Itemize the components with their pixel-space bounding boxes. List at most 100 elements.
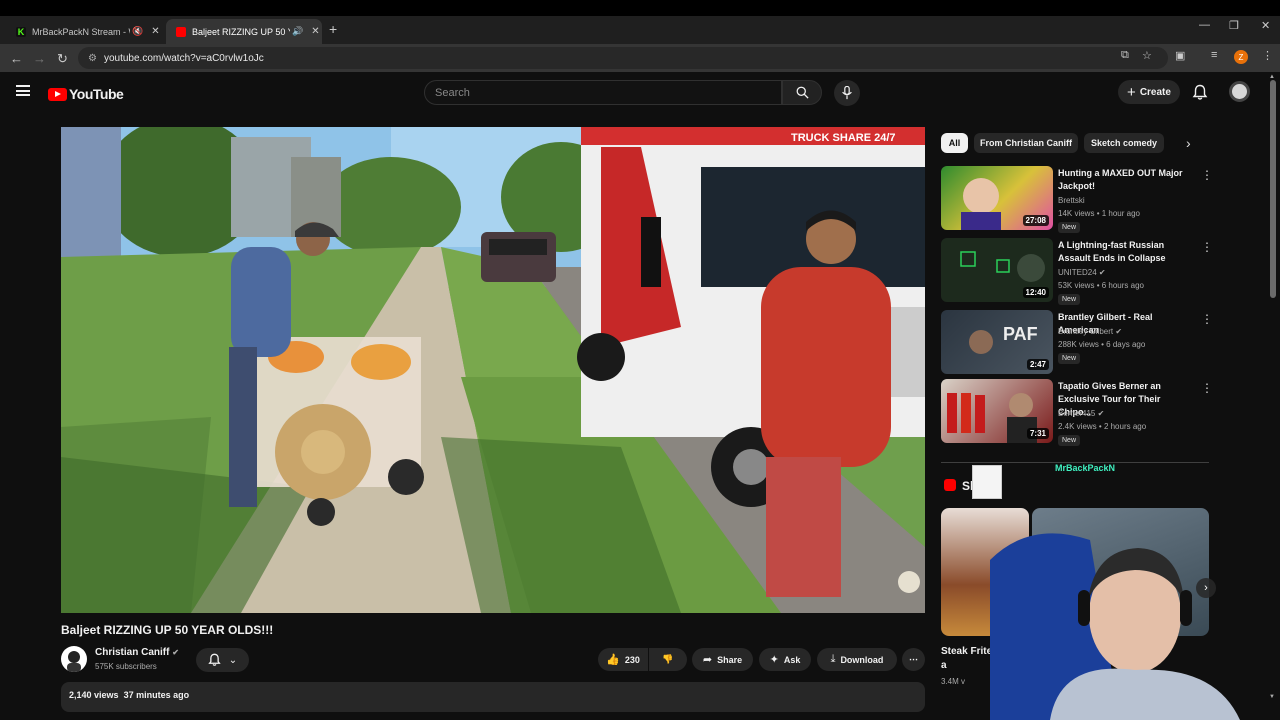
video-frame: TRUCK SHARE 24/7: [61, 127, 925, 613]
ask-label: Ask: [783, 654, 801, 665]
voice-search-button[interactable]: [834, 80, 860, 106]
tab-title: Baljeet RIZZING UP 50 YEAR: [192, 26, 290, 37]
recommendation-title: Hunting a MAXED OUT Major Jackpot!: [1058, 168, 1183, 191]
browser-tab-youtube[interactable]: Baljeet RIZZING UP 50 YEAR 🔊 ✕: [166, 19, 322, 44]
logo-text: YouTube: [69, 86, 124, 102]
verified-icon: ✔: [1115, 327, 1123, 336]
recommendation-item[interactable]: PAF 2:47 Brantley Gilbert - Real America…: [941, 310, 1213, 376]
back-arrow-icon[interactable]: ←: [10, 51, 23, 66]
browser-tab-strip: K MrBackPackN Stream - Wat 🔇 ✕ Baljeet R…: [0, 16, 1280, 44]
recommendation-channel[interactable]: Berner415 ✔: [1058, 409, 1104, 418]
new-badge: New: [1058, 222, 1081, 233]
download-button[interactable]: ⤓ Download: [817, 648, 897, 671]
ask-button[interactable]: ✦ Ask: [759, 648, 811, 671]
scroll-down-arrow-icon[interactable]: ▼: [1269, 694, 1275, 700]
extension-icon[interactable]: ▣: [1175, 49, 1185, 62]
subscription-notification-button[interactable]: ⌄: [196, 648, 249, 672]
chevron-right-icon[interactable]: ›: [1186, 135, 1191, 151]
dislike-button[interactable]: 👎: [649, 648, 687, 671]
video-thumbnail[interactable]: PAF 2:47: [941, 310, 1053, 374]
search-button[interactable]: [782, 80, 822, 105]
more-vertical-icon[interactable]: ⋮: [1201, 381, 1213, 395]
profile-avatar[interactable]: Z: [1234, 50, 1248, 64]
more-actions-button[interactable]: ⋯: [902, 648, 925, 671]
shorts-next-arrow-icon[interactable]: ›: [1196, 578, 1216, 598]
short-views: 3.4M v: [941, 677, 966, 686]
more-vertical-icon[interactable]: ⋮: [1201, 312, 1213, 326]
chip-from-channel[interactable]: From Christian Caniff: [974, 133, 1078, 153]
description-box[interactable]: [61, 682, 925, 712]
more-vertical-icon[interactable]: ⋮: [1201, 168, 1213, 182]
youtube-header: YouTube + Create: [0, 72, 1280, 114]
create-button[interactable]: + Create: [1118, 80, 1180, 104]
youtube-favicon-icon: [176, 26, 186, 37]
like-button[interactable]: 👍 230: [598, 648, 648, 671]
channel-name[interactable]: Christian Caniff ✔: [95, 647, 179, 658]
maximize-icon[interactable]: ❐: [1229, 19, 1239, 32]
verified-icon: ✔: [172, 648, 179, 657]
browser-menu-icon[interactable]: ⋮: [1262, 49, 1273, 62]
screen-top-bar: [0, 0, 1280, 16]
recommendation-channel[interactable]: Brantley Gilbert ✔: [1058, 327, 1122, 336]
recommendation-channel[interactable]: UNITED24 ✔: [1058, 268, 1106, 277]
bookmark-star-icon[interactable]: ☆: [1142, 49, 1152, 62]
recommendation-item[interactable]: 27:08 Hunting a MAXED OUT Major Jackpot!…: [941, 166, 1213, 233]
video-title: Baljeet RIZZING UP 50 YEAR OLDS!!!: [61, 623, 274, 637]
search-icon: [796, 86, 809, 99]
rec-age: 6 days ago: [1106, 340, 1146, 349]
search-input[interactable]: [435, 86, 765, 99]
youtube-play-icon: [48, 87, 67, 101]
create-label: Create: [1139, 86, 1171, 98]
recommendation-title: A Lightning-fast Russian Assault Ends in…: [1058, 240, 1166, 263]
chip-all[interactable]: All: [941, 133, 968, 153]
forward-arrow-icon[interactable]: →: [33, 51, 46, 66]
video-thumbnail[interactable]: 27:08: [941, 166, 1053, 230]
video-thumbnail[interactable]: 12:40: [941, 238, 1053, 302]
media-controls-icon[interactable]: ≡: [1211, 49, 1217, 61]
rec-age: 6 hours ago: [1101, 281, 1144, 290]
bell-icon: [1192, 84, 1208, 100]
chip-sketch-comedy[interactable]: Sketch comedy: [1084, 133, 1164, 153]
youtube-logo[interactable]: YouTube: [48, 86, 124, 102]
stream-name-tag: MrBackPackN: [1055, 463, 1116, 473]
video-player[interactable]: TRUCK SHARE 24/7: [61, 127, 925, 613]
recommendation-item[interactable]: 7:31 Tapatio Gives Berner an Exclusive T…: [941, 379, 1213, 446]
new-badge: New: [1058, 294, 1081, 305]
close-window-icon[interactable]: ✕: [1261, 19, 1270, 32]
site-info-icon[interactable]: ⚙: [88, 53, 97, 64]
close-tab-icon[interactable]: ✕: [311, 26, 319, 37]
view-count: 2,140 views: [69, 690, 119, 700]
page-scrollbar[interactable]: [1270, 80, 1276, 298]
video-thumbnail[interactable]: 7:31: [941, 379, 1053, 443]
recommendation-item[interactable]: 12:40 A Lightning-fast Russian Assault E…: [941, 238, 1213, 305]
share-button[interactable]: ➦ Share: [692, 648, 753, 671]
like-count: 230: [624, 654, 640, 665]
more-horizontal-icon: ⋯: [909, 654, 918, 664]
recommendation-channel[interactable]: Brettski: [1058, 196, 1085, 205]
rec-channel-name: UNITED24: [1058, 268, 1097, 277]
close-tab-icon[interactable]: ✕: [151, 26, 159, 37]
duration-badge: 12:40: [1022, 287, 1049, 298]
new-tab-button[interactable]: +: [329, 21, 337, 37]
address-bar[interactable]: ⚙ youtube.com/watch?v=aC0rvlw1oJc: [78, 47, 1168, 69]
browser-tab-kick[interactable]: K MrBackPackN Stream - Wat 🔇 ✕: [6, 19, 162, 44]
account-avatar[interactable]: [1229, 81, 1250, 102]
hamburger-menu-icon[interactable]: [16, 85, 30, 96]
notifications-button[interactable]: [1192, 84, 1208, 106]
channel-name-text: Christian Caniff: [95, 647, 170, 658]
rec-channel-name: Brantley Gilbert: [1058, 327, 1114, 336]
search-box: [424, 80, 782, 105]
reload-icon[interactable]: ↻: [57, 51, 68, 67]
duration-badge: 27:08: [1022, 215, 1049, 226]
view-count-and-date: 2,140 views 37 minutes ago: [69, 690, 189, 700]
muted-speaker-icon[interactable]: 🔇: [132, 26, 143, 37]
thumbs-up-icon: 👍: [606, 654, 620, 666]
rec-age: 2 hours ago: [1103, 422, 1147, 431]
minimize-icon[interactable]: —: [1199, 19, 1210, 31]
more-vertical-icon[interactable]: ⋮: [1201, 240, 1213, 254]
install-app-icon[interactable]: ⧉: [1121, 49, 1129, 62]
plus-icon: +: [1127, 83, 1136, 101]
channel-avatar[interactable]: [61, 646, 87, 672]
speaker-icon[interactable]: 🔊: [292, 26, 303, 37]
share-label: Share: [717, 654, 743, 665]
